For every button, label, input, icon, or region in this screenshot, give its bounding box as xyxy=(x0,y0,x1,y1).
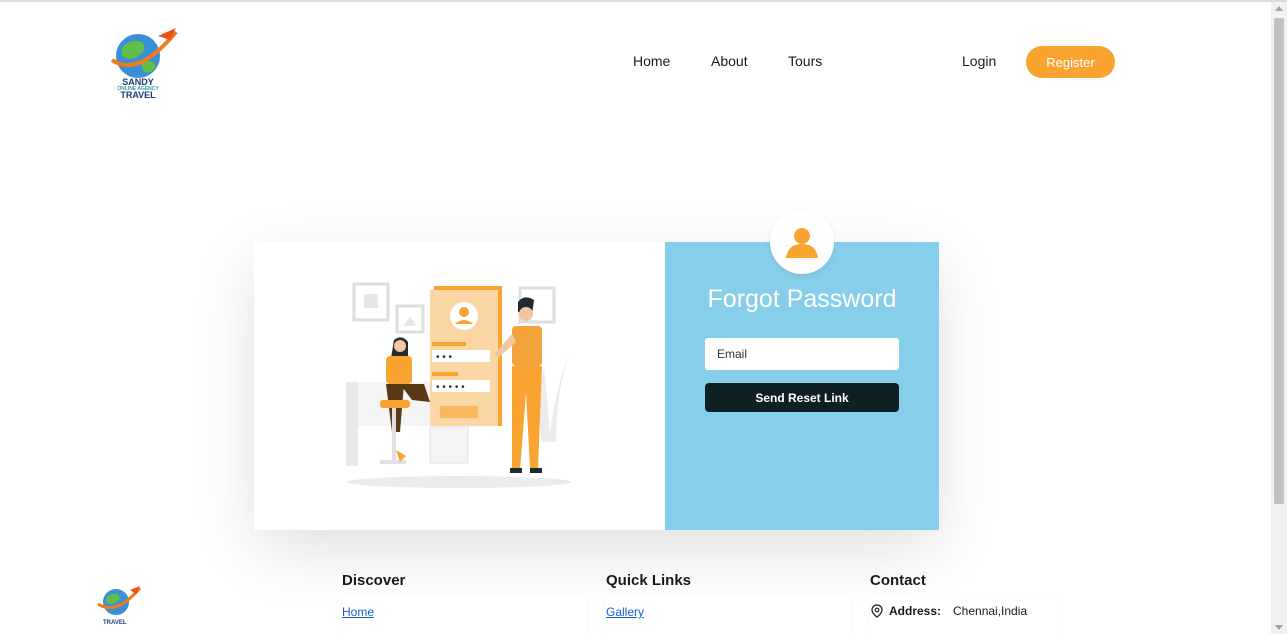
login-illustration: • • • • • • • • xyxy=(346,282,571,488)
globe-plane-icon: TRAVEL xyxy=(97,586,142,626)
contact-address-row: Address: Chennai,India xyxy=(871,604,1027,618)
footer-logo[interactable]: TRAVEL xyxy=(96,584,144,630)
send-reset-link-button[interactable]: Send Reset Link xyxy=(705,383,899,412)
brand-logo[interactable]: SANDY ONLINE AGENCY TRAVEL xyxy=(108,26,180,100)
register-button[interactable]: Register xyxy=(1026,46,1115,78)
footer-contact-heading: Contact xyxy=(870,572,926,589)
contact-address-value: Chennai,India xyxy=(953,604,1028,618)
avatar-badge xyxy=(770,210,834,274)
svg-text:• • • • •: • • • • • xyxy=(436,382,465,393)
footer-logo-text: TRAVEL xyxy=(103,620,127,626)
svg-text:• • •: • • • xyxy=(436,352,453,363)
footer-gallery-link[interactable]: Gallery xyxy=(606,605,644,619)
scroll-down-arrow-icon[interactable] xyxy=(1275,625,1283,630)
illustration-panel: • • • • • • • • xyxy=(254,242,665,530)
login-link[interactable]: Login xyxy=(962,53,996,69)
window-top-border xyxy=(0,0,1287,2)
nav-home-link[interactable]: Home xyxy=(633,53,670,69)
map-pin-icon xyxy=(871,604,883,618)
page-scrollbar[interactable] xyxy=(1271,2,1287,634)
forgot-password-card: • • • • • • • • Forgot Password Email Se… xyxy=(254,210,939,530)
footer-home-link[interactable]: Home xyxy=(342,605,374,619)
footer-quick-links-heading: Quick Links xyxy=(606,572,692,589)
footer-discover-heading: Discover xyxy=(342,572,406,589)
brand-name-bottom: TRAVEL xyxy=(120,90,156,100)
scroll-up-arrow-icon[interactable] xyxy=(1275,6,1283,11)
user-icon xyxy=(786,228,818,258)
footer-discover-box xyxy=(342,596,587,634)
nav-about-link[interactable]: About xyxy=(711,53,748,69)
form-title: Forgot Password xyxy=(707,285,897,313)
contact-address-label: Address: xyxy=(889,604,942,618)
nav-tours-link[interactable]: Tours xyxy=(788,53,822,69)
email-input[interactable] xyxy=(705,338,899,370)
scrollbar-thumb[interactable] xyxy=(1274,18,1284,504)
